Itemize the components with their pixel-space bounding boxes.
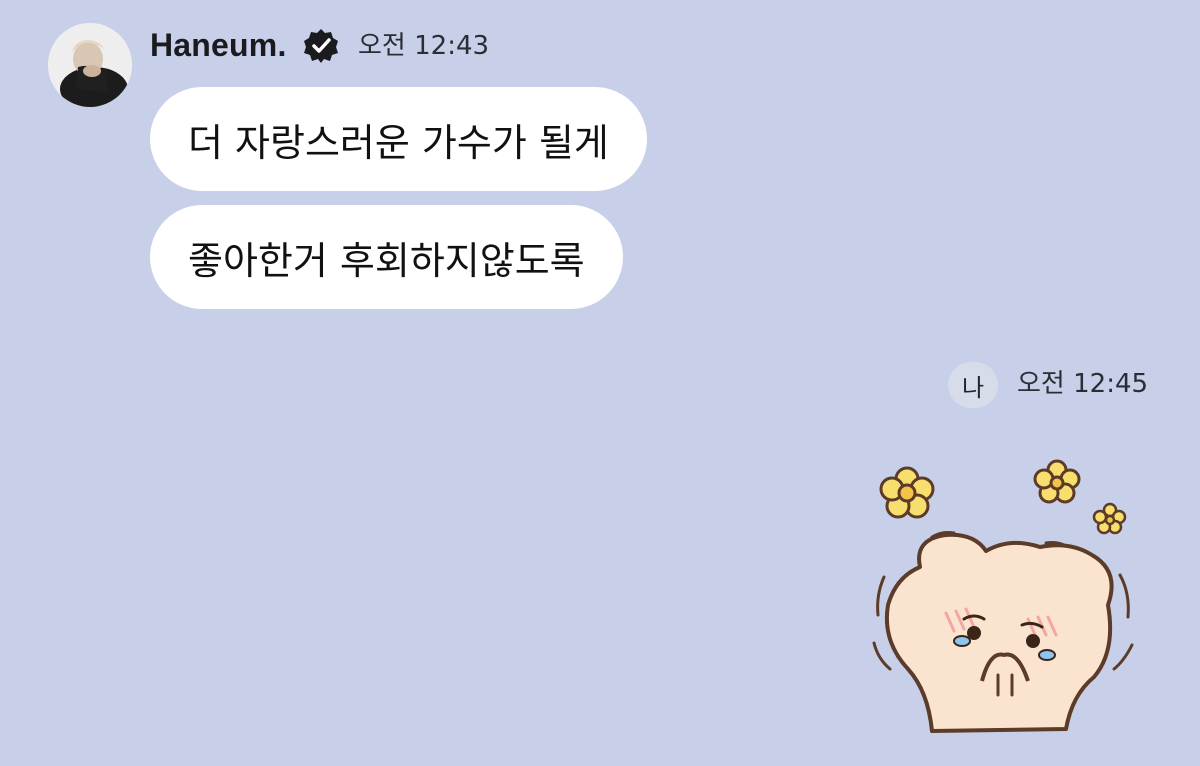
- sender-name[interactable]: Haneum.: [150, 26, 287, 64]
- verified-badge-icon: [302, 27, 340, 65]
- me-label: 나: [961, 373, 985, 402]
- sender-avatar[interactable]: [48, 23, 132, 107]
- flower-icon: [879, 466, 935, 519]
- message-text: 좋아한거 후회하지않도록: [188, 238, 585, 283]
- incoming-timestamp: 오전 12:43: [358, 31, 490, 61]
- message-bubble[interactable]: 더 자랑스러운 가수가 될게: [150, 87, 647, 191]
- outgoing-timestamp: 오전 12:45: [1017, 369, 1149, 399]
- message-text: 더 자랑스러운 가수가 될게: [188, 120, 609, 165]
- message-bubble[interactable]: 좋아한거 후회하지않도록: [150, 205, 623, 309]
- crying-bear-sticker[interactable]: [862, 455, 1152, 745]
- flower-icon: [1092, 502, 1127, 535]
- me-badge: 나: [948, 362, 998, 408]
- chat-view: Haneum. 오전 12:43 더 자랑스러운 가수가 될게 좋아한거 후회하…: [0, 0, 1200, 766]
- flower-icon: [1033, 459, 1081, 504]
